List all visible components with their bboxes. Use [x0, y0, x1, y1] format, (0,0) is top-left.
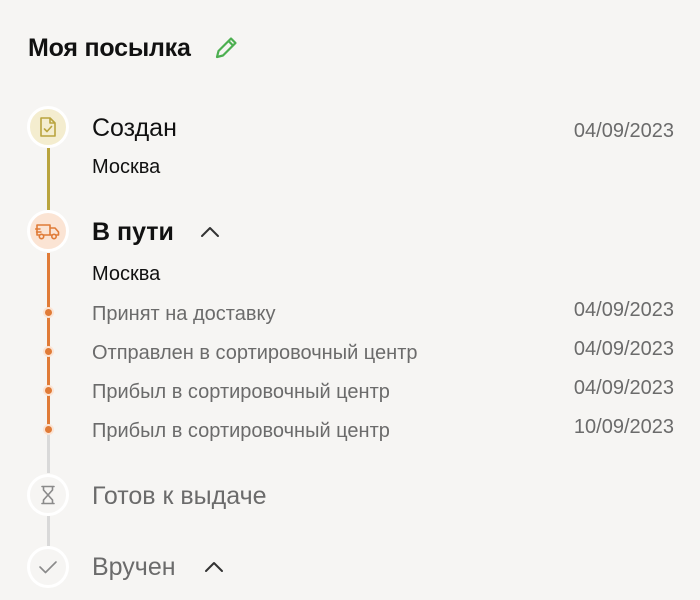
stage-ready-title: Готов к выдаче — [92, 482, 267, 510]
stage-delivered-icon — [27, 546, 69, 588]
parcel-tracking-screen: Моя посылка Создан 04/09/2023 Москва В п… — [0, 0, 700, 600]
event-text: Прибыл в сортировочный центр — [92, 381, 390, 403]
page-title: Моя посылка — [28, 34, 191, 62]
stage-created-date: 04/09/2023 — [573, 120, 674, 142]
event-date: 04/09/2023 — [573, 338, 674, 360]
header: Моя посылка — [28, 28, 243, 68]
chevron-up-icon — [205, 562, 223, 572]
stage-delivered-title: Вручен — [92, 553, 176, 581]
chevron-up-icon — [201, 227, 219, 237]
stage-created-city: Москва — [92, 156, 161, 178]
event-date: 04/09/2023 — [573, 299, 674, 321]
event-dot — [43, 424, 54, 435]
stage-transit-icon — [27, 210, 69, 252]
event-dot — [43, 346, 54, 357]
pencil-icon — [215, 37, 237, 59]
timeline-line-transit — [47, 253, 50, 433]
stage-delivered-toggle[interactable] — [202, 555, 226, 579]
event-text: Принят на доставку — [92, 303, 276, 325]
event-date: 04/09/2023 — [573, 377, 674, 399]
event-dot — [43, 307, 54, 318]
stage-transit-city: Москва — [92, 263, 161, 285]
event-text: Прибыл в сортировочный центр — [92, 420, 390, 442]
check-icon — [39, 561, 57, 574]
stage-created-title: Создан — [92, 114, 177, 142]
event-date: 10/09/2023 — [573, 416, 674, 438]
edit-button[interactable] — [209, 31, 243, 65]
stage-transit-toggle[interactable] — [198, 220, 222, 244]
truck-icon — [35, 224, 60, 240]
timeline-line-pending-2 — [47, 516, 50, 546]
stage-ready-icon — [27, 474, 69, 516]
stage-transit-title: В пути — [92, 218, 174, 246]
timeline-line-created — [47, 148, 50, 210]
event-text: Отправлен в сортировочный центр — [92, 342, 418, 364]
document-check-icon — [40, 117, 56, 137]
event-dot — [43, 385, 54, 396]
timeline-line-pending — [47, 433, 50, 473]
stage-created-icon — [27, 106, 69, 148]
hourglass-icon — [41, 485, 55, 505]
